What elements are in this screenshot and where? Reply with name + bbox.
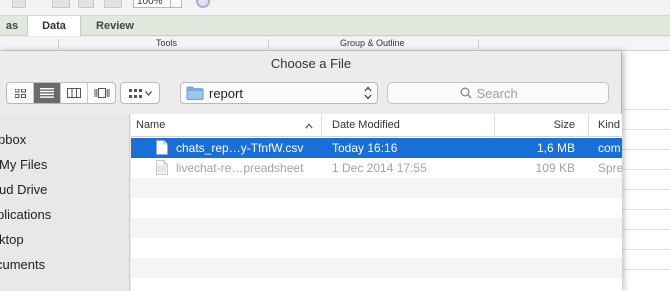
file-row-selected[interactable]: chats_rep…y-TfnfW.csv Today 16:16 1,6 MB… [131,138,622,158]
empty-row [131,178,622,198]
file-list[interactable]: Name Date Modified Size Kind chats_rep…y… [131,114,622,291]
search-field[interactable] [387,82,609,104]
sort-ascending-icon [305,123,313,129]
updown-arrows-icon [364,86,372,100]
empty-row [131,278,622,291]
group-divider [268,39,269,49]
group-tools-label: Tools [156,38,178,48]
location-popup[interactable]: report [180,82,378,104]
spreadsheet-document-icon [156,160,168,175]
help-icon[interactable] [196,0,210,8]
sidebar-item-documents[interactable]: cuments [0,255,45,275]
sidebar-item-icloud-drive[interactable]: ud Drive [0,180,47,200]
tab-data[interactable]: Data [27,16,81,36]
empty-row [131,258,622,278]
cover-flow-view-icon [94,88,109,98]
sidebar-item-all-my-files[interactable]: My Files [0,155,47,175]
zoom-field[interactable]: 100% [133,0,171,8]
column-size-label: Size [553,119,575,131]
search-input[interactable] [476,85,537,101]
arrange-menu-button[interactable] [120,82,160,104]
sidebar-item-applications[interactable]: plications [0,205,51,225]
spreadsheet-grid[interactable] [620,51,670,291]
view-mode-control [6,82,116,104]
arrange-grid-icon [128,88,142,98]
icon-view-icon [14,88,26,98]
file-size: 109 KB [535,161,575,175]
location-label: report [209,85,243,101]
column-view-button[interactable] [61,83,88,103]
group-divider [478,39,479,49]
dialog-title: Choose a File [270,56,352,71]
folder-icon [186,86,204,100]
column-header-name[interactable]: Name [131,114,322,137]
empty-row [131,198,622,218]
group-divider [58,39,59,49]
group-outline-label: Group & Outline [340,38,405,48]
file-date: 1 Dec 2014 17:55 [332,161,427,175]
file-name: livechat-re…preadsheet [176,161,304,175]
column-header-date[interactable]: Date Modified [322,114,495,137]
dialog-toolbar: report [0,82,622,108]
cover-flow-view-button[interactable] [88,83,115,103]
icon-view-button[interactable] [7,83,34,103]
column-date-label: Date Modified [332,119,400,131]
column-name-label: Name [136,119,166,131]
list-view-button[interactable] [34,83,61,103]
document-icon [156,140,168,155]
sidebar-item-desktop[interactable]: ktop [0,230,24,250]
file-name: chats_rep…y-TfnfW.csv [176,141,304,155]
column-view-icon [67,88,81,98]
toolbar-icon[interactable] [12,0,26,8]
toolbar-icon[interactable] [52,0,70,8]
file-list-header: Name Date Modified Size Kind [131,114,622,137]
ribbon-toolbar: 100% [0,0,670,16]
ribbon-tabs: as Data Review [0,16,670,36]
file-row-disabled: livechat-re…preadsheet 1 Dec 2014 17:55 … [131,158,622,178]
sidebar-item-dropbox[interactable]: pbox [0,130,26,150]
toolbar-icon[interactable] [104,0,122,8]
file-kind: Spre [598,161,622,175]
empty-row [131,238,622,258]
list-view-icon [40,88,54,98]
tab-review[interactable]: Review [82,16,148,36]
zoom-dropdown-button[interactable] [170,0,182,8]
column-header-kind[interactable]: Kind [589,114,622,137]
file-kind: com [598,141,621,155]
sidebar: pbox My Files ud Drive plications ktop c… [0,114,130,291]
tab-formulas[interactable]: as [0,16,26,36]
empty-row [131,218,622,238]
chevron-down-icon [144,90,152,96]
file-size: 1,6 MB [536,141,575,155]
file-date: Today 16:16 [332,141,398,155]
ribbon-group-labels: Tools Group & Outline [0,37,670,51]
search-icon [460,87,471,99]
column-header-size[interactable]: Size [495,114,589,137]
toolbar-icon[interactable] [78,0,94,8]
choose-file-dialog: Choose a File report Search pbox My File… [0,51,622,291]
column-kind-label: Kind [598,119,621,131]
